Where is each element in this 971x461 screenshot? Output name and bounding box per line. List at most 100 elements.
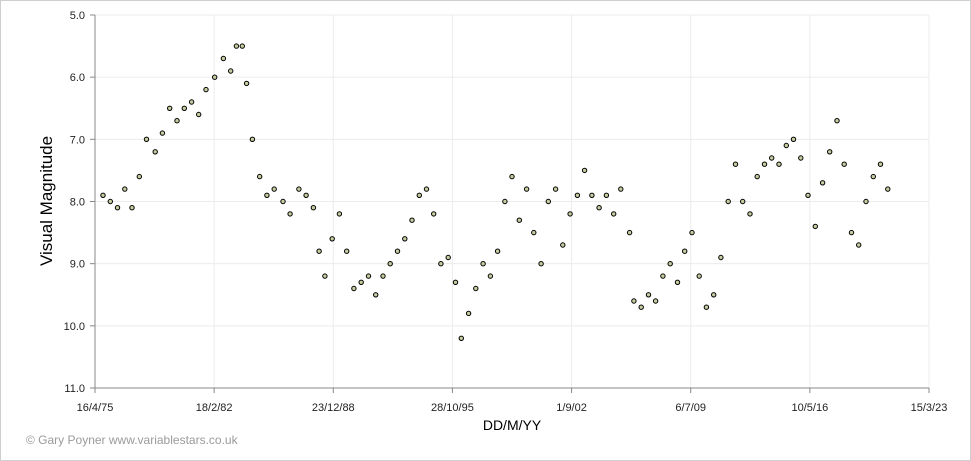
data-point bbox=[416, 192, 422, 199]
data-point bbox=[431, 211, 437, 217]
data-point bbox=[122, 186, 128, 192]
data-point bbox=[761, 161, 768, 167]
data-point bbox=[589, 192, 595, 199]
data-point bbox=[280, 198, 286, 205]
data-point bbox=[271, 186, 277, 192]
data-point bbox=[107, 198, 114, 205]
x-tick-label: 1/9/02 bbox=[556, 402, 587, 414]
data-point bbox=[652, 298, 659, 304]
data-point bbox=[790, 136, 797, 143]
data-point bbox=[336, 211, 343, 217]
data-point bbox=[798, 155, 804, 161]
data-point bbox=[819, 180, 826, 186]
data-point bbox=[618, 186, 624, 192]
data-point bbox=[834, 118, 840, 124]
data-point bbox=[409, 217, 415, 223]
y-tick-label: 6.0 bbox=[70, 72, 85, 84]
data-point bbox=[316, 248, 322, 254]
data-point bbox=[718, 254, 724, 261]
data-point bbox=[603, 192, 610, 199]
data-point bbox=[100, 192, 106, 199]
data-point bbox=[228, 68, 234, 74]
data-point bbox=[725, 198, 731, 205]
data-point bbox=[423, 186, 430, 192]
data-point bbox=[732, 161, 739, 167]
data-point bbox=[380, 273, 386, 279]
data-point bbox=[445, 254, 451, 261]
data-point bbox=[502, 198, 508, 205]
x-tick-label: 10/5/16 bbox=[792, 402, 829, 414]
data-point bbox=[233, 43, 240, 49]
x-tick-label: 6/7/09 bbox=[675, 402, 706, 414]
x-tick-label: 23/12/88 bbox=[312, 402, 355, 414]
data-point bbox=[129, 205, 135, 211]
data-point bbox=[776, 161, 782, 167]
data-point bbox=[322, 273, 328, 279]
y-tick-label: 11.0 bbox=[64, 383, 85, 395]
data-point bbox=[848, 229, 855, 236]
data-point bbox=[877, 161, 884, 167]
data-point bbox=[303, 192, 309, 199]
data-point bbox=[703, 304, 710, 310]
data-point bbox=[387, 261, 393, 267]
data-point bbox=[531, 229, 537, 236]
data-point bbox=[856, 242, 862, 248]
data-point bbox=[167, 105, 173, 112]
data-point bbox=[373, 292, 379, 298]
data-point bbox=[465, 310, 472, 317]
data-point bbox=[394, 248, 401, 254]
data-point bbox=[143, 136, 150, 143]
data-point bbox=[452, 279, 459, 285]
data-point bbox=[870, 173, 876, 180]
data-point bbox=[136, 173, 143, 180]
data-point bbox=[365, 273, 372, 279]
y-tick-label: 7.0 bbox=[70, 134, 85, 146]
x-tick-label: 28/10/95 bbox=[431, 402, 474, 414]
data-point bbox=[783, 142, 789, 149]
data-point bbox=[754, 173, 760, 180]
data-point bbox=[264, 192, 270, 199]
data-point bbox=[660, 273, 666, 279]
data-point bbox=[487, 273, 494, 279]
y-axis-title: Visual Magnitude bbox=[37, 136, 56, 266]
data-point bbox=[827, 149, 833, 155]
data-point bbox=[885, 186, 891, 192]
chart-container: 16/4/75 18/2/82 23/12/88 28/10/95 1/9/02 6/7/… bbox=[0, 0, 971, 461]
data-point bbox=[458, 335, 464, 341]
y-tick-label: 9.0 bbox=[70, 259, 85, 271]
data-point bbox=[473, 285, 479, 292]
y-tick-label: 8.0 bbox=[70, 197, 85, 209]
data-point bbox=[239, 43, 246, 49]
data-point bbox=[310, 205, 317, 211]
data-point bbox=[567, 211, 573, 217]
data-point bbox=[188, 99, 195, 105]
x-axis-title: DD/M/YY bbox=[483, 417, 542, 433]
data-point bbox=[509, 173, 515, 180]
data-point bbox=[196, 111, 202, 118]
credit-text: © Gary Poyner www.variablestars.co.uk bbox=[26, 433, 239, 447]
data-point bbox=[212, 74, 218, 80]
data-point bbox=[638, 304, 644, 310]
data-point bbox=[351, 285, 357, 292]
data-point bbox=[560, 242, 566, 248]
data-point bbox=[159, 130, 166, 136]
data-point bbox=[257, 173, 263, 180]
data-point bbox=[152, 149, 158, 155]
data-point bbox=[596, 205, 602, 211]
data-point bbox=[174, 118, 180, 124]
data-point bbox=[249, 136, 256, 143]
data-point bbox=[841, 161, 847, 167]
data-point bbox=[611, 211, 617, 217]
chart-border bbox=[0, 0, 971, 461]
data-point bbox=[626, 229, 633, 236]
data-point bbox=[696, 273, 702, 279]
data-point bbox=[581, 167, 588, 174]
data-point bbox=[552, 186, 559, 192]
data-point bbox=[645, 292, 652, 298]
data-point bbox=[402, 236, 408, 242]
data-point bbox=[574, 192, 581, 199]
data-point bbox=[812, 223, 818, 230]
data-point bbox=[480, 261, 486, 267]
data-point bbox=[667, 261, 673, 267]
data-point bbox=[344, 248, 350, 254]
